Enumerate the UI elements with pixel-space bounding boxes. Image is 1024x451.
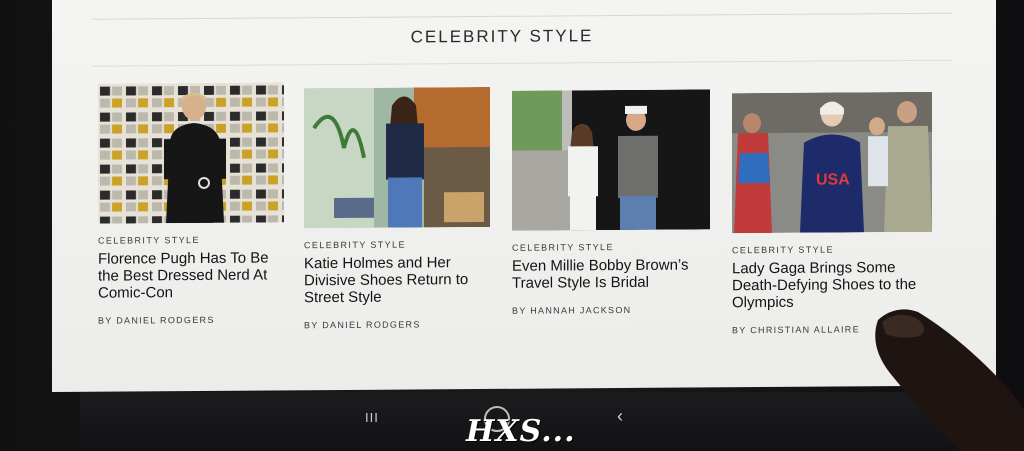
card-headline[interactable]: Katie Holmes and Her Divisive Shoes Retu…	[304, 254, 499, 306]
article-thumbnail[interactable]	[512, 89, 710, 231]
article-card[interactable]: USA CELEBRITY STYLE Lady Gaga Brings Som…	[732, 91, 932, 335]
card-kicker[interactable]: CELEBRITY STYLE	[98, 234, 298, 246]
watermark-text: HXS...	[466, 414, 576, 449]
divider	[92, 12, 952, 20]
card-byline: BY HANNAH JACKSON	[512, 304, 632, 316]
card-headline[interactable]: Florence Pugh Has To Be the Best Dressed…	[98, 249, 293, 301]
section-title: CELEBRITY STYLE	[410, 26, 594, 47]
celebrity-photo-comic-con-backdrop	[98, 82, 284, 224]
article-card[interactable]: CELEBRITY STYLE Florence Pugh Has To Be …	[98, 82, 298, 326]
celebrity-photo-couple-walking	[512, 89, 710, 231]
article-thumbnail[interactable]	[304, 86, 490, 229]
svg-text:USA: USA	[816, 171, 850, 188]
card-headline[interactable]: Even Millie Bobby Brown’s Travel Style I…	[512, 256, 707, 292]
article-thumbnail[interactable]	[98, 82, 284, 224]
article-card[interactable]: CELEBRITY STYLE Katie Holmes and Her Div…	[304, 86, 504, 331]
celebrity-photo-olympics-crowd: USA	[732, 91, 932, 234]
article-thumbnail[interactable]: USA	[732, 91, 932, 234]
back-icon[interactable]: ‹	[617, 406, 623, 427]
recent-apps-icon[interactable]: III	[365, 410, 379, 425]
card-byline: BY DANIEL RODGERS	[98, 314, 215, 326]
divider	[92, 59, 952, 67]
browser-screen: CELEBRITY STYLE CELEBRITY STYLE Florence…	[52, 0, 996, 393]
card-kicker[interactable]: CELEBRITY STYLE	[512, 241, 712, 253]
card-byline: BY DANIEL RODGERS	[304, 319, 421, 331]
celebrity-photo-street-style	[304, 86, 490, 229]
article-card[interactable]: CELEBRITY STYLE Even Millie Bobby Brown’…	[512, 89, 712, 316]
card-kicker[interactable]: CELEBRITY STYLE	[304, 239, 504, 251]
card-kicker[interactable]: CELEBRITY STYLE	[732, 244, 932, 256]
finger-icon	[875, 309, 1024, 451]
